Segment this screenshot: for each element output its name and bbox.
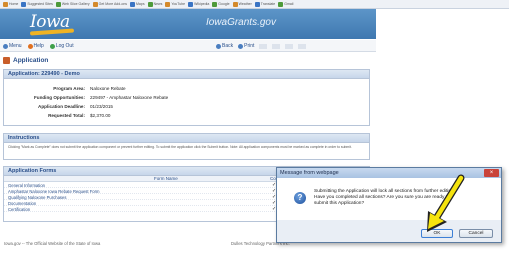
favorite-label: News xyxy=(153,2,163,6)
site-banner: Iowa IowaGrants.gov xyxy=(0,9,376,39)
footer-iowa-gov-link[interactable]: Iowa.gov -- The Official Website of the … xyxy=(4,241,100,246)
favorite-link[interactable]: Wikipedia xyxy=(188,1,209,8)
field-program-area: Program Area: Naloxone Rebate xyxy=(53,86,126,91)
favorite-page-icon xyxy=(165,1,171,7)
favorite-page-icon xyxy=(3,1,8,7)
cancel-button[interactable]: Cancel xyxy=(459,229,493,238)
favorite-page-icon xyxy=(278,1,284,7)
favorite-page-icon xyxy=(232,1,238,7)
favorite-link[interactable]: Get More Add-ons xyxy=(92,1,128,8)
favorite-page-icon xyxy=(55,1,61,7)
confirm-dialog: Message from webpage × ? Submitting the … xyxy=(276,167,502,243)
site-name: IowaGrants.gov xyxy=(205,17,276,28)
favorite-label: Maps xyxy=(136,2,145,6)
favorite-label: Home xyxy=(9,2,19,6)
application-icon xyxy=(3,57,10,64)
dialog-button-row: OK Cancel xyxy=(277,220,501,242)
close-button[interactable]: × xyxy=(484,169,499,177)
toolbar-disabled-button xyxy=(259,43,268,49)
favorite-link[interactable]: News xyxy=(147,1,163,8)
favorite-link[interactable]: Maps xyxy=(130,1,145,8)
logout-link[interactable]: Log Out xyxy=(49,43,74,49)
favorite-page-icon xyxy=(147,1,153,7)
menu-link[interactable]: Menu xyxy=(3,43,22,49)
favorites-bar: Home Suggested Sites Web Slice Gallery Get … xyxy=(0,0,509,9)
banner-blank-area xyxy=(376,9,509,39)
printer-icon xyxy=(238,43,244,49)
favorite-label: Get More Add-ons xyxy=(98,2,128,6)
favorite-label: Translate xyxy=(260,2,276,6)
print-link[interactable]: Print xyxy=(238,43,254,49)
page-title: Application xyxy=(3,57,48,64)
help-link[interactable]: Help xyxy=(27,43,44,49)
help-icon xyxy=(27,43,33,49)
application-details-panel: Application: 229490 - Demo Program Area:… xyxy=(3,69,370,126)
toolbar-disabled-button xyxy=(272,43,281,49)
col-form-name: Form Name xyxy=(154,176,178,181)
favorite-link[interactable]: Web Slice Gallery xyxy=(55,1,90,8)
favorite-label: Suggested Sites xyxy=(27,2,53,6)
favorite-page-icon xyxy=(254,1,260,7)
question-icon: ? xyxy=(294,192,306,204)
field-application-deadline: Application Deadline: 01/23/2015 xyxy=(38,104,113,109)
form-link[interactable]: Qualifying Naloxone Purchases xyxy=(8,195,66,200)
favorite-link[interactable]: Google xyxy=(212,1,230,8)
form-link[interactable]: Amphastar Naloxone Iowa Rebate Request F… xyxy=(8,189,99,194)
favorite-link[interactable]: Weather xyxy=(232,1,252,8)
back-arrow-icon xyxy=(216,43,221,49)
favorite-label: Google xyxy=(218,2,230,6)
form-link[interactable]: Certification xyxy=(8,207,30,212)
dialog-title: Message from webpage xyxy=(280,170,339,176)
menu-icon xyxy=(3,43,8,49)
application-panel-title: Application: 229490 - Demo xyxy=(4,70,369,79)
logout-icon xyxy=(49,43,55,49)
back-link[interactable]: Back xyxy=(216,43,233,49)
instructions-title: Instructions xyxy=(4,134,369,143)
favorite-link[interactable]: Gmail xyxy=(278,1,293,8)
favorite-link[interactable]: Suggested Sites xyxy=(21,1,53,8)
ok-button[interactable]: OK xyxy=(421,229,453,238)
dialog-title-bar[interactable]: Message from webpage × xyxy=(277,168,501,178)
favorite-label: YouTube xyxy=(171,2,186,6)
toolbar: Menu Help Log Out Back Print xyxy=(0,40,376,52)
favorite-label: Gmail xyxy=(284,2,294,6)
favorite-label: Wikipedia xyxy=(194,2,210,6)
field-funding-opportunity: Funding Opportunities: 229497 - Amphasta… xyxy=(33,95,169,100)
favorite-page-icon xyxy=(212,1,218,7)
toolbar-disabled-button xyxy=(285,43,294,49)
favorite-page-icon xyxy=(188,1,194,7)
field-requested-total: Requested Total: $2,370.00 xyxy=(48,113,111,118)
dialog-message: Submitting the Application will lock all… xyxy=(314,189,456,206)
favorite-page-icon xyxy=(92,1,98,7)
favorite-page-icon xyxy=(130,1,136,7)
favorite-label: Web Slice Gallery xyxy=(61,2,90,6)
favorite-link[interactable]: Translate xyxy=(254,1,276,8)
favorite-page-icon xyxy=(21,1,27,7)
favorite-link[interactable]: Home xyxy=(3,1,18,8)
form-link[interactable]: General Information xyxy=(8,183,45,188)
form-link[interactable]: Documentation xyxy=(8,201,36,206)
favorite-link[interactable]: YouTube xyxy=(165,1,185,8)
favorite-label: Weather xyxy=(238,2,252,6)
dialog-body: ? Submitting the Application will lock a… xyxy=(277,178,501,220)
instructions-panel: Instructions Clicking "Mark as Complete"… xyxy=(3,133,370,160)
instructions-text: Clicking "Mark as Complete" does not sub… xyxy=(8,145,352,149)
toolbar-disabled-button xyxy=(298,43,307,49)
